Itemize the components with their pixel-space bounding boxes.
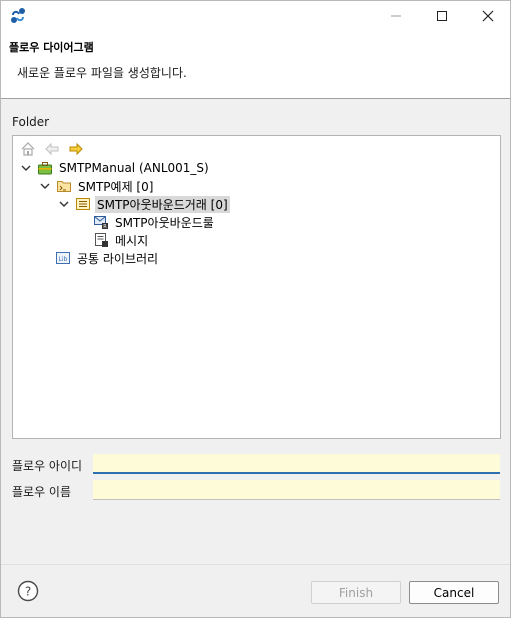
home-button[interactable] — [19, 140, 37, 158]
maximize-button[interactable] — [419, 1, 465, 31]
tree-item-label: SMTP아웃바운드룰 — [115, 215, 214, 230]
folder-icon — [56, 178, 72, 194]
flow-name-input[interactable] — [93, 480, 500, 500]
tree-item-smtpmanual[interactable]: SMTPManual (ANL001_S) — [19, 159, 211, 177]
dialog-description: 새로운 플로우 파일을 생성합니다. — [17, 66, 187, 80]
chevron-down-icon[interactable] — [57, 197, 71, 211]
chevron-down-icon[interactable] — [38, 179, 52, 193]
flow-name-label: 플로우 이름 — [12, 485, 72, 499]
finish-button[interactable]: Finish — [311, 581, 401, 604]
back-arrow-icon — [45, 142, 59, 156]
tree-item-smtp-example[interactable]: SMTP예제 [0] — [38, 177, 155, 195]
tree-item-message[interactable]: 메시지 — [93, 231, 150, 249]
forward-arrow-icon — [69, 142, 83, 156]
help-icon[interactable]: ? — [17, 580, 39, 602]
dialog-header: 플로우 다이어그램 새로운 플로우 파일을 생성합니다. — [1, 33, 510, 99]
app-logo-icon — [11, 8, 25, 23]
close-button[interactable] — [465, 1, 511, 31]
tree-item-smtp-outbound-rule[interactable]: R SMTP아웃바운드룰 — [93, 213, 216, 231]
chevron-down-icon[interactable] — [19, 161, 33, 175]
minimize-button[interactable] — [373, 1, 419, 31]
briefcase-icon — [37, 160, 53, 176]
transaction-icon — [75, 196, 91, 212]
maximize-icon — [437, 11, 447, 21]
cancel-button[interactable]: Cancel — [409, 581, 499, 604]
tree-toolbar — [19, 140, 85, 158]
flow-id-input[interactable] — [93, 454, 500, 474]
footer-divider — [1, 564, 510, 565]
forward-button[interactable] — [67, 140, 85, 158]
folder-tree-panel[interactable]: SMTPManual (ANL001_S) SMTP예제 [0] SMTP아웃바… — [12, 135, 501, 439]
tree-item-label: 메시지 — [115, 233, 149, 248]
message-icon — [93, 232, 109, 248]
back-button[interactable] — [43, 140, 61, 158]
tree-item-label: SMTP예제 [0] — [78, 179, 154, 194]
home-icon — [21, 142, 35, 156]
flow-id-label: 플로우 아이디 — [12, 459, 83, 473]
tree-item-label: SMTPManual (ANL001_S) — [59, 161, 209, 175]
title-bar[interactable] — [1, 1, 510, 33]
minimize-icon — [391, 15, 401, 17]
smtp-rule-icon: R — [93, 214, 109, 230]
svg-text:R: R — [103, 224, 107, 230]
tree-item-label: SMTP아웃바운드거래 [0] — [95, 195, 230, 213]
tree-item-label: 공통 라이브러리 — [77, 251, 159, 266]
svg-text:?: ? — [25, 585, 31, 599]
svg-text:Lib: Lib — [59, 256, 68, 263]
dialog-window: 플로우 다이어그램 새로운 플로우 파일을 생성합니다. Folder SMTP… — [0, 0, 511, 618]
tree-item-smtp-outbound-transaction[interactable]: SMTP아웃바운드거래 [0] — [57, 195, 230, 213]
dialog-title: 플로우 다이어그램 — [9, 41, 94, 54]
close-icon — [482, 10, 494, 22]
library-icon: Lib — [55, 250, 71, 266]
tree-item-common-library[interactable]: Lib 공통 라이브러리 — [55, 249, 160, 267]
folder-label: Folder — [12, 115, 50, 129]
